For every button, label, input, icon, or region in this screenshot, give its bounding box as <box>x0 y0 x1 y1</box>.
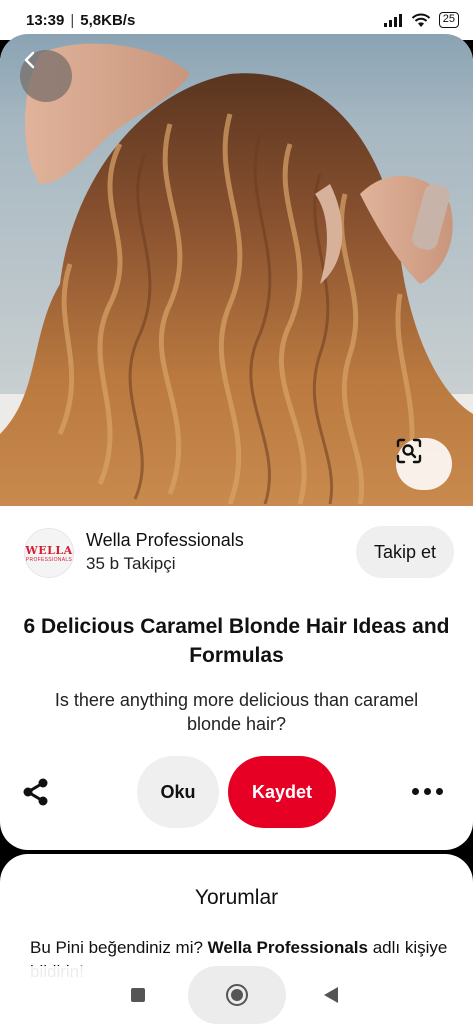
avatar-logo-subtext: PROFESSIONALS <box>25 556 73 563</box>
home-icon <box>226 984 248 1006</box>
comments-title: Yorumlar <box>194 886 279 909</box>
share-icon <box>23 778 48 806</box>
share-button[interactable] <box>18 774 54 810</box>
pin-description: Is there anything more delicious than ca… <box>54 690 419 734</box>
status-network-speed: 5,8KB/s <box>80 11 136 29</box>
home-button[interactable] <box>188 966 286 1024</box>
creator-name[interactable]: Wella Professionals <box>86 530 244 551</box>
more-dots-icon <box>411 787 419 795</box>
back-nav-button[interactable] <box>324 987 338 1003</box>
save-button[interactable]: Kaydet <box>228 756 336 828</box>
back-button[interactable] <box>20 50 72 102</box>
status-time: 13:39 <box>26 11 65 29</box>
read-button[interactable]: Oku <box>137 756 219 828</box>
chevron-left-icon <box>24 51 35 69</box>
follow-button[interactable]: Takip et <box>356 526 454 578</box>
more-dots-icon <box>423 787 431 795</box>
visual-search-icon <box>396 438 422 464</box>
creator-row: WELLA PROFESSIONALS Wella Professionals … <box>0 524 473 584</box>
status-right: 25 <box>383 12 459 28</box>
comments-prompt-name[interactable]: Wella Professionals <box>208 938 368 957</box>
wifi-icon <box>411 13 430 27</box>
hair-photo <box>0 43 473 506</box>
creator-avatar[interactable]: WELLA PROFESSIONALS <box>24 528 74 578</box>
comments-prompt-prefix: Bu Pini beğendiniz mi? <box>30 938 208 957</box>
creator-followers: 35 b Takipçi <box>86 554 176 573</box>
system-nav-bar <box>0 966 473 1024</box>
pin-image[interactable] <box>0 34 473 506</box>
pin-title: 6 Delicious Caramel Blonde Hair Ideas an… <box>23 615 450 667</box>
more-dots-icon <box>435 787 443 795</box>
status-left: 13:39 | 5,8KB/s <box>26 12 135 29</box>
recents-button[interactable] <box>131 988 145 1002</box>
pin-actions: Oku Kaydet <box>0 754 473 828</box>
battery-indicator: 25 <box>438 12 459 28</box>
visual-search-button[interactable] <box>396 438 452 490</box>
avatar-logo-text: WELLA <box>25 543 73 557</box>
signal-icon <box>383 14 402 27</box>
more-options-button[interactable] <box>406 776 448 806</box>
pin-card: WELLA PROFESSIONALS Wella Professionals … <box>0 34 473 850</box>
status-separator: | <box>70 11 75 29</box>
